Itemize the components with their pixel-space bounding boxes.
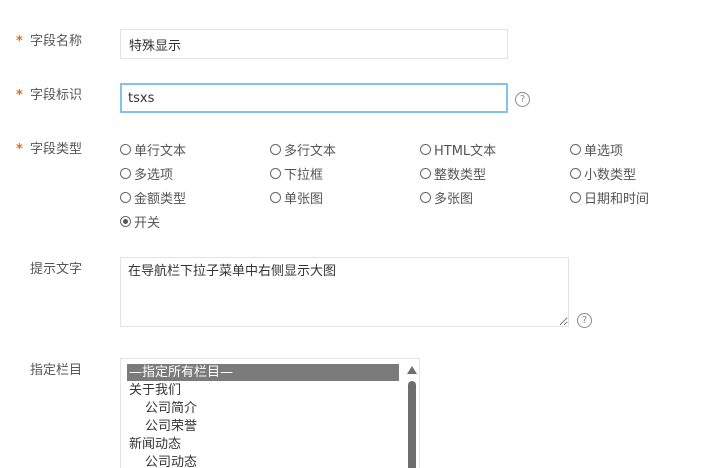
field-type-option-label: 日期和时间	[584, 191, 650, 207]
field-type-option[interactable]: 多张图	[420, 188, 474, 207]
radio-unchecked-icon[interactable]	[570, 143, 581, 155]
field-id-input[interactable]	[120, 83, 508, 113]
help-icon[interactable]: ?	[515, 92, 530, 107]
help-icon[interactable]: ?	[577, 313, 592, 328]
scroll-thumb[interactable]	[408, 381, 416, 468]
radio-unchecked-icon[interactable]	[420, 167, 431, 179]
hint-text-label: 提示文字	[30, 262, 83, 277]
scroll-up-arrow-icon[interactable]	[407, 366, 417, 374]
field-type-option[interactable]: 整数类型	[420, 164, 487, 183]
field-type-option-label: HTML文本	[434, 143, 497, 159]
field-type-option[interactable]: 下拉框	[270, 164, 324, 183]
column-option[interactable]: 公司荣誉	[127, 418, 399, 435]
field-type-option-label: 多张图	[434, 191, 474, 207]
hint-text-textarea[interactable]: 在导航栏下拉子菜单中右侧显示大图	[120, 257, 569, 327]
field-type-option-label: 单选项	[584, 143, 624, 159]
radio-unchecked-icon[interactable]	[120, 143, 131, 155]
scrollbar[interactable]	[406, 359, 418, 468]
column-option[interactable]: 新闻动态	[127, 436, 399, 453]
radio-unchecked-icon[interactable]	[120, 191, 131, 203]
radio-unchecked-icon[interactable]	[270, 191, 281, 203]
radio-unchecked-icon[interactable]	[570, 167, 581, 179]
field-name-input[interactable]	[120, 29, 508, 59]
field-type-option[interactable]: 多行文本	[270, 140, 337, 159]
field-type-option-label: 开关	[134, 215, 161, 231]
field-type-option-label: 小数类型	[584, 167, 637, 183]
field-type-option-label: 单张图	[284, 191, 324, 207]
required-star: *	[16, 34, 23, 49]
column-option[interactable]: 公司动态	[127, 454, 399, 468]
field-type-option[interactable]: 开关	[120, 212, 161, 231]
column-select-list[interactable]: 公司动态 新闻动态 公司荣誉 公司简介 关于我们 —指定所有栏目—	[120, 358, 420, 468]
field-name-label: * 字段名称	[16, 34, 83, 49]
field-type-option-label: 多选项	[134, 167, 174, 183]
field-type-option[interactable]: 日期和时间	[570, 188, 650, 207]
field-type-option-label: 下拉框	[284, 167, 324, 183]
field-type-option[interactable]: 单张图	[270, 188, 324, 207]
radio-unchecked-icon[interactable]	[270, 167, 281, 179]
field-type-option-label: 单行文本	[134, 143, 187, 159]
radio-checked-icon[interactable]	[120, 215, 131, 227]
column-label: 指定栏目	[30, 363, 83, 378]
field-type-option[interactable]: 金额类型	[120, 188, 187, 207]
column-option[interactable]: 公司简介	[127, 400, 399, 417]
field-type-option-label: 金额类型	[134, 191, 187, 207]
field-type-label: * 字段类型	[16, 142, 83, 157]
field-type-option-label: 整数类型	[434, 167, 487, 183]
radio-unchecked-icon[interactable]	[270, 143, 281, 155]
field-type-option[interactable]: HTML文本	[420, 140, 497, 159]
radio-unchecked-icon[interactable]	[420, 191, 431, 203]
required-star: *	[16, 142, 23, 157]
field-id-label: * 字段标识	[16, 88, 83, 103]
radio-unchecked-icon[interactable]	[570, 191, 581, 203]
required-star: *	[16, 88, 23, 103]
field-type-option[interactable]: 单行文本	[120, 140, 187, 159]
field-type-option-label: 多行文本	[284, 143, 337, 159]
field-type-option[interactable]: 多选项	[120, 164, 174, 183]
field-type-option[interactable]: 小数类型	[570, 164, 637, 183]
radio-unchecked-icon[interactable]	[420, 143, 431, 155]
field-type-option[interactable]: 单选项	[570, 140, 624, 159]
radio-unchecked-icon[interactable]	[120, 167, 131, 179]
column-option[interactable]: —指定所有栏目—	[127, 364, 399, 381]
column-option[interactable]: 关于我们	[127, 382, 399, 399]
